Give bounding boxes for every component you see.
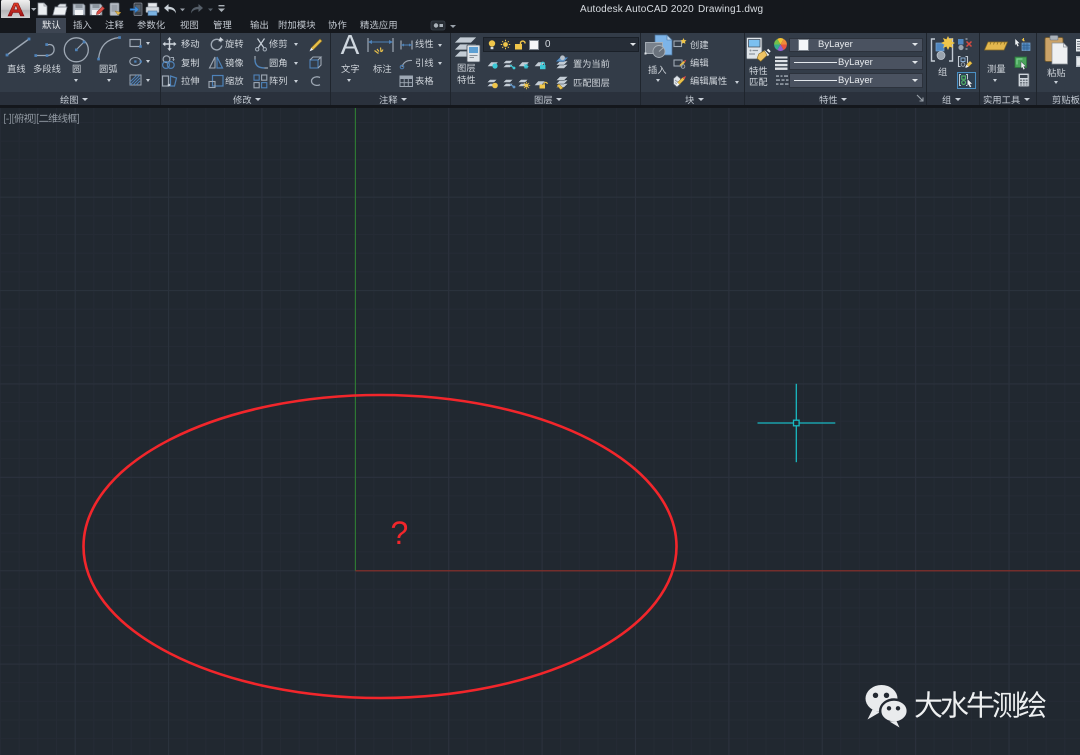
svg-text:?: ?	[391, 515, 409, 551]
